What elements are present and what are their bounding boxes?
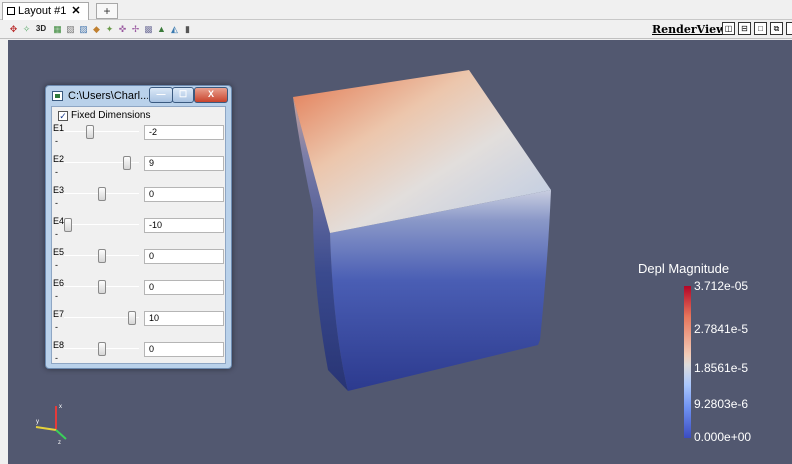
parameter-value-input[interactable]: 0	[144, 187, 224, 202]
parameter-value-input[interactable]: -10	[144, 218, 224, 233]
parameter-min-marker: -	[55, 291, 58, 301]
parameter-value-input[interactable]: 10	[144, 311, 224, 326]
popout-view-icon[interactable]: ⧉	[770, 22, 783, 35]
slider-handle[interactable]	[86, 125, 95, 139]
maximize-view-icon[interactable]: □	[754, 22, 767, 35]
add-tab-button[interactable]: +	[96, 3, 118, 19]
scalar-bar-title: Depl Magnitude	[638, 261, 730, 276]
reset-camera-icon[interactable]: ✥	[8, 23, 19, 35]
scalar-bar-label-max: 3.712e-05	[694, 279, 749, 293]
select-points-icon[interactable]: ▧	[65, 23, 76, 35]
dialog-title: C:\Users\Charl...	[68, 90, 148, 102]
dialog-content: ✓ Fixed Dimensions E1- -2 E2-9 E3-0 E4- -10 E5-…	[51, 106, 226, 364]
parameter-value-input[interactable]: 0	[144, 280, 224, 295]
parameter-row-e6: E6 - 0	[52, 278, 227, 308]
slider-handle[interactable]	[97, 187, 106, 201]
view-toolbar: ✥ ✧ 3D ▦ ▧ ▨ ◆ ✦ ✜ ✢ ▩ ▲ ◭ ▮ RenderView1…	[0, 20, 792, 39]
parameter-slider[interactable]	[64, 224, 139, 225]
shrink-selection-icon[interactable]: ▲	[156, 23, 167, 35]
parameter-value-input[interactable]: -2	[144, 125, 224, 140]
select-block-icon[interactable]: ◆	[91, 23, 102, 35]
split-horizontal-icon[interactable]: ◫	[722, 22, 735, 35]
parameter-row-e1: E1 - -2	[52, 123, 227, 153]
parameter-row-e8: E8 - 0	[52, 340, 227, 370]
select-frustum-icon[interactable]: ▨	[78, 23, 89, 35]
fixed-dimensions-label: Fixed Dimensions	[71, 110, 151, 121]
layout-icon	[7, 7, 15, 15]
parameter-row-e7: E7 - 10	[52, 309, 227, 339]
axis-y-label: y	[36, 419, 39, 425]
parameter-min-marker: -	[55, 229, 58, 239]
parameter-slider[interactable]	[64, 131, 139, 132]
parameter-min-marker: -	[55, 198, 58, 208]
interaction-icon[interactable]: ✧	[21, 23, 32, 35]
close-view-icon[interactable]	[786, 22, 792, 35]
hover-points-icon[interactable]: ✢	[130, 23, 141, 35]
parameter-label: E5	[53, 247, 65, 257]
parameter-row-e3: E3 - 0	[52, 185, 227, 215]
scalar-bar-gradient	[684, 286, 691, 438]
parameter-row-e4: E4 - -10	[52, 216, 227, 246]
dialog-titlebar[interactable]: C:\Users\Charl... — ☐ X	[46, 86, 231, 106]
slider-handle[interactable]	[122, 156, 131, 170]
split-vertical-icon[interactable]: ⊟	[738, 22, 751, 35]
parameter-label: E2	[53, 154, 65, 164]
parameter-row-e5: E5 - 0	[52, 247, 227, 277]
parameter-min-marker: -	[55, 260, 58, 270]
parameter-min-marker: -	[55, 167, 58, 177]
axis-x-label: x	[59, 404, 62, 410]
parameter-row-e2: E2 - 9	[52, 154, 227, 184]
layout-tab-bar: Layout #1 ✕ +	[0, 0, 792, 20]
tab-close-icon[interactable]: ✕	[71, 5, 80, 17]
slider-handle[interactable]	[97, 249, 106, 263]
mode-3d-button[interactable]: 3D	[34, 23, 48, 35]
slider-handle[interactable]	[97, 280, 106, 294]
extract-selection-icon[interactable]: ◭	[169, 23, 180, 35]
grow-selection-icon[interactable]: ▩	[143, 23, 154, 35]
parameter-dialog[interactable]: C:\Users\Charl... — ☐ X ✓ Fixed Dimension…	[45, 85, 232, 369]
parameter-label: E8	[53, 340, 65, 350]
parameter-min-marker: -	[55, 136, 58, 146]
axis-z-label: z	[58, 440, 61, 446]
scalar-bar-label-min: 0.000e+00	[694, 430, 752, 444]
close-button[interactable]: X	[194, 87, 228, 103]
scalar-bar-label-3: 1.8561e-5	[694, 361, 749, 375]
parameter-value-input[interactable]: 9	[144, 156, 224, 171]
parameter-value-input[interactable]: 0	[144, 342, 224, 357]
app-icon	[52, 91, 63, 101]
clear-selection-icon[interactable]: ▮	[182, 23, 193, 35]
parameter-min-marker: -	[55, 322, 58, 332]
minimize-button[interactable]: —	[149, 87, 173, 103]
tab-layout-1[interactable]: Layout #1 ✕	[2, 2, 89, 20]
parameter-min-marker: -	[55, 353, 58, 363]
parameter-label: E3	[53, 185, 65, 195]
parameter-label: E1	[53, 123, 65, 133]
maximize-button[interactable]: ☐	[172, 87, 194, 103]
tab-label: Layout #1	[18, 5, 67, 17]
slider-handle[interactable]	[128, 311, 137, 325]
scalar-bar-label-2: 2.7841e-5	[694, 322, 749, 336]
orientation-axes-icon: x y z	[35, 404, 67, 446]
slider-handle[interactable]	[64, 218, 72, 232]
parameter-label: E6	[53, 278, 65, 288]
scalar-bar-label-4: 9.2803e-6	[694, 397, 749, 411]
slider-handle[interactable]	[97, 342, 106, 356]
fixed-dimensions-checkbox[interactable]: ✓	[58, 111, 68, 121]
parameter-value-input[interactable]: 0	[144, 249, 224, 264]
interactive-select-icon[interactable]: ✜	[117, 23, 128, 35]
select-cells-icon[interactable]: ▦	[52, 23, 63, 35]
select-polygon-icon[interactable]: ✦	[104, 23, 115, 35]
fixed-dimensions-row[interactable]: ✓ Fixed Dimensions	[58, 110, 150, 121]
parameter-label: E4	[53, 216, 65, 226]
parameter-label: E7	[53, 309, 65, 319]
